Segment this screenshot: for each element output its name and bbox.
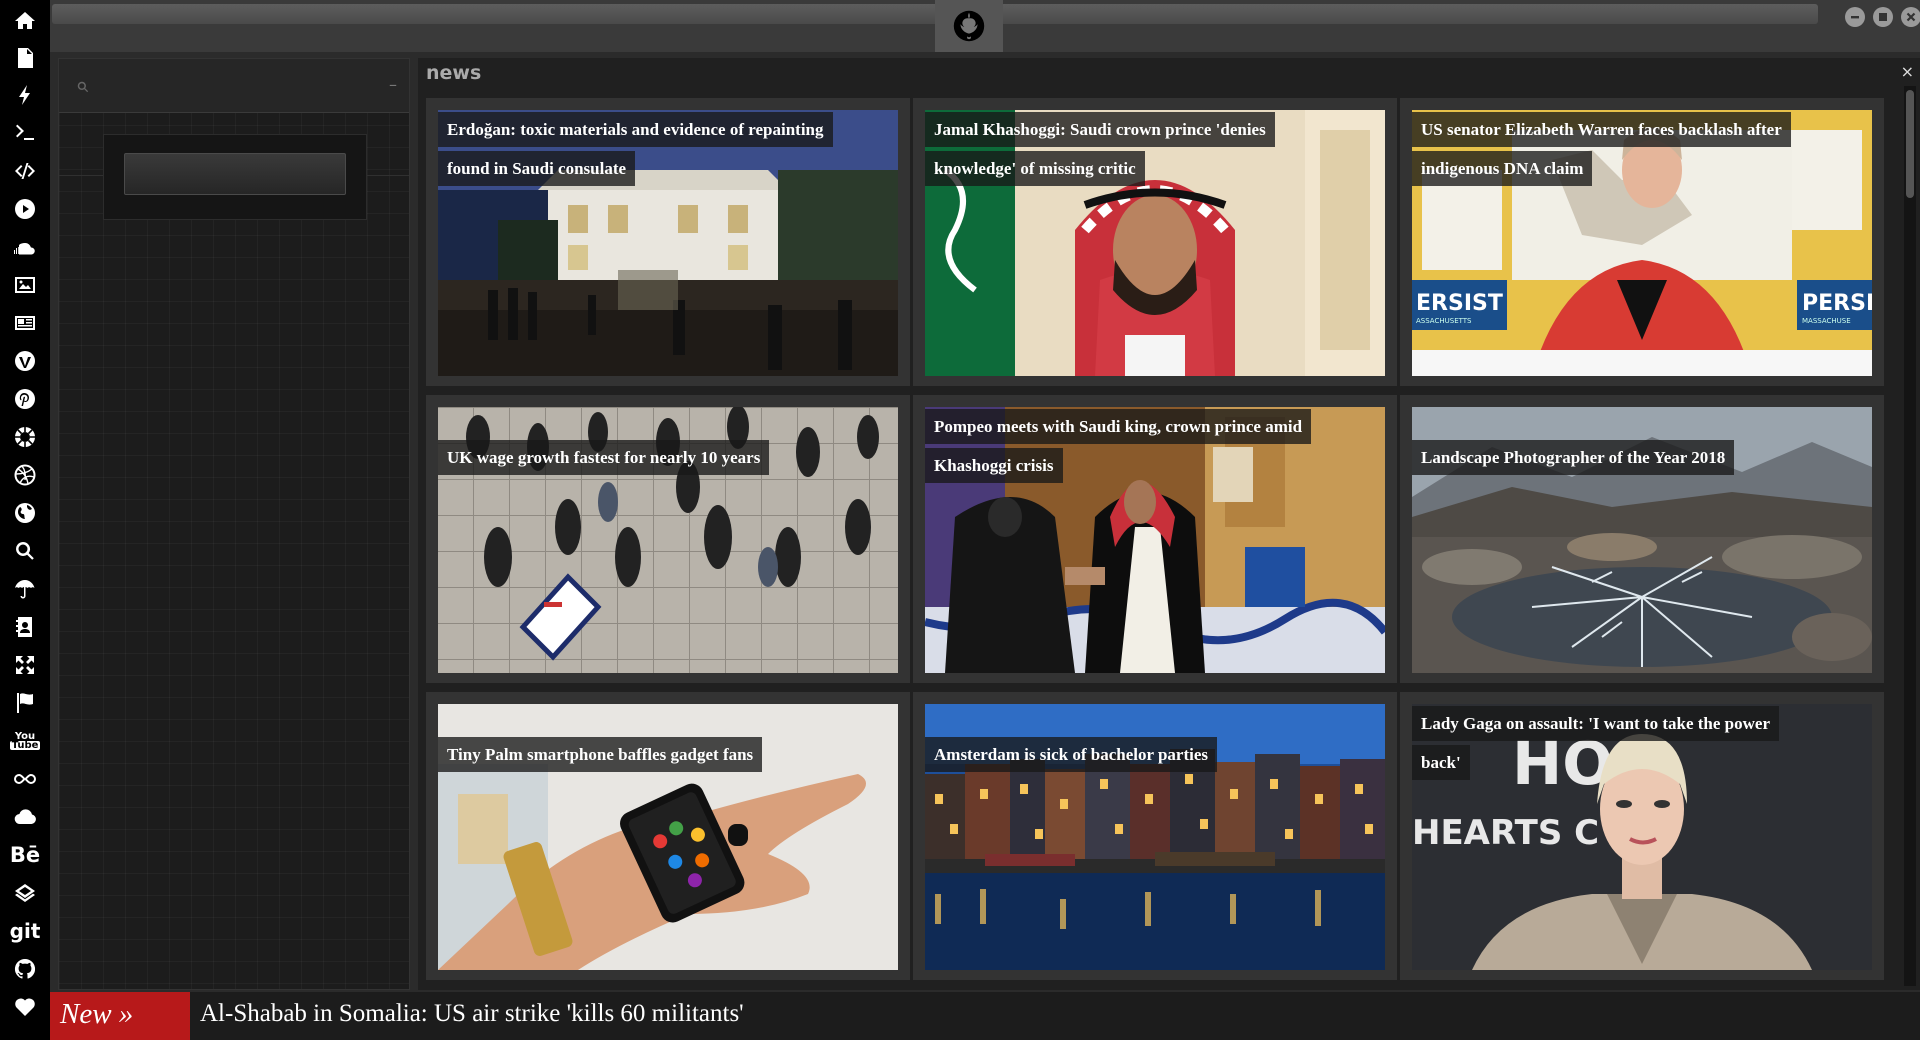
codepen-icon[interactable] [10, 878, 40, 908]
news-image: Pompeo meets with Saudi king, crown prin… [925, 407, 1385, 673]
ticker-headline[interactable]: Al-Shabab in Somalia: US air strike 'kil… [200, 1000, 744, 1028]
news-ticker: New » Al-Shabab in Somalia: US air strik… [50, 992, 1920, 1040]
git-icon[interactable]: git [9, 916, 41, 946]
code-icon[interactable] [10, 156, 40, 186]
wordpress-icon[interactable] [10, 346, 40, 376]
close-icon [1906, 12, 1916, 22]
backdrop-sign-text: ERSIST [1416, 291, 1503, 316]
news-panel-title: news [426, 62, 482, 84]
news-image: ERSIST ASSACHUSETTS PERSIS MASSACHUSE US… [1412, 110, 1872, 376]
maximize-icon [1879, 13, 1887, 21]
news-image: Amsterdam is sick of bachelor parties [925, 704, 1385, 970]
news-headline[interactable]: US senator Elizabeth Warren faces backla… [1412, 110, 1802, 188]
news-panel: news × Erdoğan: toxic materials and evid… [418, 58, 1920, 990]
image-icon[interactable] [10, 270, 40, 300]
collapse-button[interactable]: – [389, 75, 397, 94]
behance-icon[interactable]: Bē [10, 840, 40, 870]
newspaper-icon[interactable] [10, 308, 40, 338]
maximize-button[interactable] [1873, 7, 1893, 27]
news-headline[interactable]: Tiny Palm smartphone baffles gadget fans [438, 735, 763, 774]
minimize-icon [1851, 16, 1859, 19]
news-scrollbar[interactable] [1904, 86, 1916, 986]
news-close-button[interactable]: × [1901, 62, 1914, 81]
soundcloud-icon[interactable] [10, 232, 40, 262]
umbrella-icon[interactable] [10, 574, 40, 604]
ticker-new-label[interactable]: New » [50, 992, 190, 1040]
youtube-icon-text-bottom: Tube [9, 740, 41, 751]
news-image: UK wage growth fastest for nearly 10 yea… [438, 407, 898, 673]
home-icon[interactable] [10, 6, 40, 36]
news-headline[interactable]: Amsterdam is sick of bachelor parties [925, 735, 1218, 774]
pinterest-icon[interactable] [10, 384, 40, 414]
play-icon[interactable] [10, 194, 40, 224]
minimize-button[interactable] [1845, 7, 1865, 27]
news-image: Landscape Photographer of the Year 2018 [1412, 407, 1872, 673]
news-card[interactable]: Amsterdam is sick of bachelor parties [913, 692, 1397, 980]
lightning-icon[interactable] [10, 80, 40, 110]
news-card[interactable]: HO HEARTS C RE Lady Gaga on assault: 'I … [1400, 692, 1884, 980]
git-icon-text: git [9, 919, 41, 943]
dribbble-icon[interactable] [10, 460, 40, 490]
left-panel: – [58, 58, 410, 990]
news-headline[interactable]: UK wage growth fastest for nearly 10 yea… [438, 438, 770, 477]
heart-icon[interactable] [10, 992, 40, 1022]
terminal-icon[interactable] [10, 118, 40, 148]
news-card[interactable]: Pompeo meets with Saudi king, crown prin… [913, 395, 1397, 683]
rebel-alliance-logo [935, 0, 1003, 52]
app-sidebar: You Tube Bē git [0, 0, 50, 1040]
news-card[interactable]: Jamal Khashoggi: Saudi crown prince 'den… [913, 98, 1397, 386]
news-headline[interactable]: Lady Gaga on assault: 'I want to take th… [1412, 704, 1802, 782]
news-image: Erdoğan: toxic materials and evidence of… [438, 110, 898, 376]
news-card[interactable]: Landscape Photographer of the Year 2018 [1400, 395, 1884, 683]
news-card[interactable]: Tiny Palm smartphone baffles gadget fans [426, 692, 910, 980]
close-button[interactable] [1901, 7, 1920, 27]
expand-icon[interactable] [10, 650, 40, 680]
news-image: Jamal Khashoggi: Saudi crown prince 'den… [925, 110, 1385, 376]
news-headline[interactable]: Jamal Khashoggi: Saudi crown prince 'den… [925, 110, 1315, 188]
news-card[interactable]: UK wage growth fastest for nearly 10 yea… [426, 395, 910, 683]
backdrop-sign-subtext: MASSACHUSE [1802, 317, 1851, 325]
widget-button[interactable] [124, 153, 346, 195]
cloud-icon[interactable] [10, 802, 40, 832]
news-card[interactable]: ERSIST ASSACHUSETTS PERSIS MASSACHUSE US… [1400, 98, 1884, 386]
news-headline[interactable]: Pompeo meets with Saudi king, crown prin… [925, 407, 1315, 485]
document-icon[interactable] [10, 43, 40, 73]
contacts-icon[interactable] [10, 612, 40, 642]
search-icon[interactable] [10, 536, 40, 566]
news-card[interactable]: Erdoğan: toxic materials and evidence of… [426, 98, 910, 386]
news-image: Tiny Palm smartphone baffles gadget fans [438, 704, 898, 970]
backdrop-sign-text: PERSIS [1802, 291, 1872, 316]
news-headline[interactable]: Erdoğan: toxic materials and evidence of… [438, 110, 833, 188]
behance-icon-text: Bē [9, 843, 41, 867]
news-image: HO HEARTS C RE Lady Gaga on assault: 'I … [1412, 704, 1872, 970]
search-bar: – [59, 59, 409, 113]
backdrop-sign-subtext: ASSACHUSETTS [1416, 317, 1472, 325]
search-icon [77, 81, 89, 93]
flag-icon[interactable] [10, 688, 40, 718]
title-bar [50, 0, 1920, 52]
news-scrollbar-thumb[interactable] [1906, 90, 1914, 198]
news-headline[interactable]: Landscape Photographer of the Year 2018 [1412, 438, 1735, 477]
widget-box [103, 134, 367, 220]
aperture-icon[interactable] [10, 422, 40, 452]
github-icon[interactable] [10, 954, 40, 984]
infinity-icon[interactable] [10, 764, 40, 794]
globe-icon[interactable] [10, 498, 40, 528]
youtube-icon[interactable]: You Tube [9, 726, 41, 756]
search-input[interactable] [99, 73, 359, 99]
